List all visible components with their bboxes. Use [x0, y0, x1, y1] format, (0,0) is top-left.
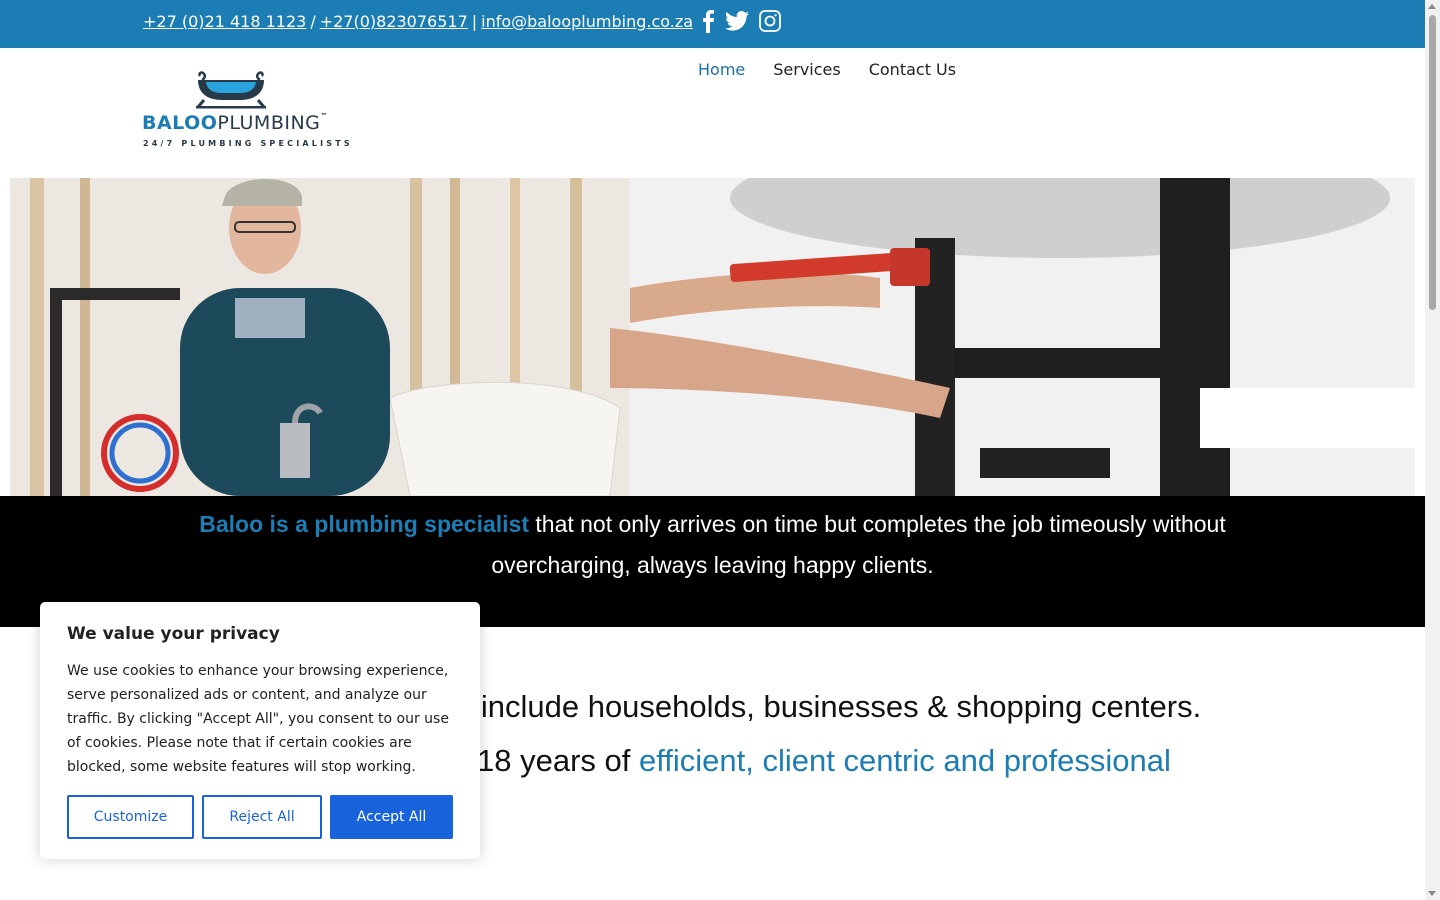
separator: / [310, 11, 316, 31]
nav-item-home[interactable]: Home [698, 60, 745, 79]
accept-all-button[interactable]: Accept All [330, 795, 453, 839]
site-logo[interactable]: BALOOPLUMBING™ 24/7 PLUMBING SPECIALISTS [142, 70, 350, 152]
cookie-actions: Customize Reject All Accept All [67, 795, 453, 839]
trademark-symbol: ™ [320, 112, 328, 120]
scrollbar-thumb[interactable] [1429, 15, 1436, 310]
contact-info: +27 (0)21 418 1123 / +27(0)823076517 | i… [143, 9, 781, 33]
social-links [701, 9, 781, 33]
customize-button[interactable]: Customize [67, 795, 194, 839]
phone-link-1[interactable]: +27 (0)21 418 1123 [143, 12, 306, 31]
email-link[interactable]: info@balooplumbing.co.za [481, 12, 693, 31]
reject-all-button[interactable]: Reject All [202, 795, 322, 839]
cookie-title: We value your privacy [67, 624, 280, 644]
bathtub-logo-icon [196, 71, 266, 109]
banner-highlight: Baloo is a plumbing specialist [199, 511, 529, 537]
twitter-icon[interactable] [725, 11, 750, 31]
hero-image [10, 178, 1415, 496]
cookie-body: We use cookies to enhance your browsing … [67, 663, 449, 775]
facebook-icon[interactable] [701, 9, 715, 33]
logo-wordmark: BALOOPLUMBING™ [142, 112, 328, 134]
page-scrollbar[interactable] [1425, 0, 1440, 900]
about-line-2-text: 18 years of [477, 743, 639, 778]
logo-word-plumbing: PLUMBING [217, 112, 321, 134]
scroll-down-icon[interactable] [1428, 891, 1436, 896]
about-line-2-highlight: efficient, client centric and profession… [638, 743, 1171, 778]
nav-item-contact-us[interactable]: Contact Us [869, 60, 956, 79]
hero-photo-illustration [10, 178, 1415, 496]
separator: | [471, 11, 478, 31]
nav-item-services[interactable]: Services [773, 60, 840, 79]
top-contact-bar: +27 (0)21 418 1123 / +27(0)823076517 | i… [0, 0, 1425, 48]
site-header: BALOOPLUMBING™ 24/7 PLUMBING SPECIALISTS… [0, 48, 1425, 178]
logo-tagline: 24/7 PLUMBING SPECIALISTS [143, 139, 353, 148]
logo-word-baloo: BALOO [142, 112, 218, 134]
scroll-up-icon[interactable] [1428, 4, 1436, 9]
cookie-consent-dialog: We value your privacy We use cookies to … [40, 602, 480, 859]
phone-link-2[interactable]: +27(0)823076517 [320, 12, 468, 31]
instagram-icon[interactable] [759, 10, 781, 32]
main-nav: Home Services Contact Us [698, 60, 956, 79]
banner-text: that not only arrives on time but comple… [491, 511, 1226, 578]
